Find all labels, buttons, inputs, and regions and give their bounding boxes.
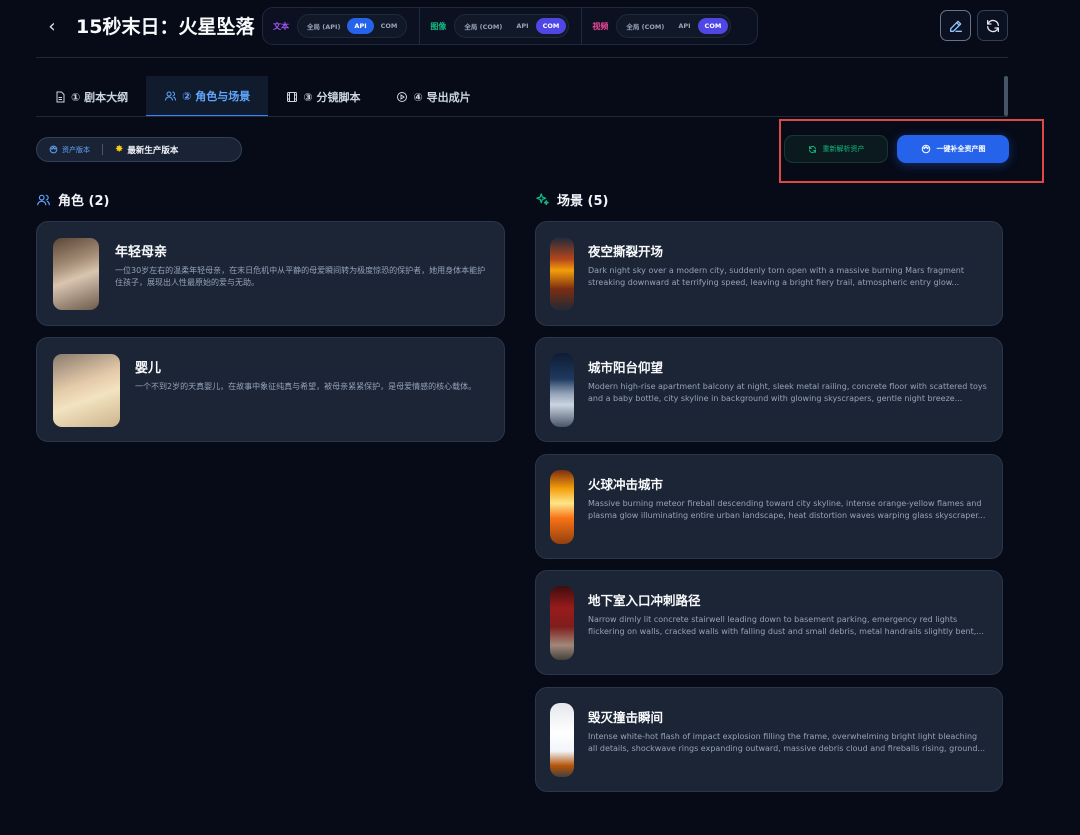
- tab-characters-scenes[interactable]: ② 角色与场景: [146, 76, 269, 117]
- scene-description: Massive burning meteor fireball descendi…: [588, 499, 986, 520]
- scene-thumbnail: [550, 470, 574, 544]
- scene-name: 毁灭撞击瞬间: [588, 710, 664, 725]
- version-separator: [102, 144, 103, 155]
- scene-name: 火球冲击城市: [588, 477, 664, 492]
- scene-name: 城市阳台仰望: [588, 360, 664, 375]
- scene-card[interactable]: 地下室入口冲刺路径 Narrow dimly lit concrete stai…: [535, 570, 1003, 675]
- refresh-icon: [986, 19, 999, 32]
- sun-icon: ✸: [115, 144, 124, 155]
- character-portrait-baby: [53, 354, 120, 427]
- character-portrait-mother: [53, 238, 99, 310]
- current-version: ✸ 最新生产版本: [115, 144, 178, 156]
- pencil-icon: [949, 20, 962, 32]
- header-divider: [36, 57, 1008, 58]
- palette-icon: [49, 145, 58, 154]
- scene-thumbnail: [550, 586, 574, 660]
- scene-card[interactable]: 城市阳台仰望 Modern high-rise apartment balcon…: [535, 337, 1003, 442]
- back-button[interactable]: ‹: [40, 13, 64, 39]
- text-mode-global[interactable]: 全局 (API): [300, 17, 347, 35]
- image-mode-com[interactable]: COM: [535, 18, 567, 34]
- version-selector[interactable]: 资产版本 ✸ 最新生产版本: [36, 137, 242, 162]
- users-icon: [37, 194, 50, 205]
- character-name: 婴儿: [135, 361, 162, 376]
- video-mode-com[interactable]: COM: [697, 18, 729, 34]
- character-name: 年轻母亲: [115, 245, 168, 260]
- video-mode-api[interactable]: API: [671, 18, 697, 34]
- scene-description: Dark night sky over a modern city, sudde…: [588, 266, 964, 287]
- scene-description: Modern high-rise apartment balcony at ni…: [588, 382, 987, 403]
- text-mode-group: 文本 全局 (API) API COM: [273, 8, 419, 44]
- tab-export[interactable]: ④ 导出成片: [378, 76, 488, 117]
- scenes-heading-label: 场景 (5): [557, 194, 609, 209]
- film-icon: [287, 91, 298, 102]
- edit-button[interactable]: [940, 10, 971, 41]
- tab-storyboard-label: ③ 分镜脚本: [303, 90, 361, 104]
- image-mode-options: 全局 (COM) API COM: [454, 14, 570, 38]
- character-description: 一个不到2岁的天真婴儿，在故事中象征纯真与希望，被母亲紧紧保护，是母爱情感的核心…: [135, 382, 477, 391]
- text-mode-com[interactable]: COM: [374, 18, 405, 34]
- users-icon: [165, 91, 177, 101]
- scene-description: Narrow dimly lit concrete stairwell lead…: [588, 615, 984, 636]
- current-version-label: 最新生产版本: [127, 145, 179, 156]
- scene-card[interactable]: 夜空撕裂开场 Dark night sky over a modern city…: [535, 221, 1003, 326]
- tab-storyboard[interactable]: ③ 分镜脚本: [268, 76, 378, 117]
- scene-name: 地下室入口冲刺路径: [588, 593, 701, 608]
- play-circle-icon: [397, 91, 408, 102]
- tab-divider: [36, 116, 1008, 117]
- scene-thumbnail: [550, 353, 574, 427]
- tab-characters-label: ② 角色与场景: [182, 89, 251, 103]
- asset-version: 资产版本: [49, 145, 90, 155]
- scene-description: Intense white-hot flash of impact explos…: [588, 732, 986, 753]
- asset-version-label: 资产版本: [62, 145, 90, 154]
- video-mode-global[interactable]: 全局 (COM): [619, 17, 671, 35]
- tab-outline[interactable]: ① 剧本大纲: [36, 76, 146, 117]
- model-mode-bar: 文本 全局 (API) API COM 图像 全局 (COM) API COM …: [262, 7, 758, 45]
- scenes-heading: 场景 (5): [535, 190, 608, 209]
- tab-export-label: ④ 导出成片: [413, 90, 471, 104]
- scene-card[interactable]: 毁灭撞击瞬间 Intense white-hot flash of impact…: [535, 687, 1003, 792]
- image-mode-group: 图像 全局 (COM) API COM: [419, 8, 581, 44]
- tab-outline-label: ① 剧本大纲: [71, 90, 129, 104]
- refresh-button[interactable]: [977, 10, 1008, 41]
- page-title: 15秒末日：火星坠落: [76, 16, 255, 38]
- video-mode-group: 视频 全局 (COM) API COM: [581, 8, 743, 44]
- character-card-baby[interactable]: 婴儿 一个不到2岁的天真婴儿，在故事中象征纯真与希望，被母亲紧紧保护，是母爱情感…: [36, 337, 505, 442]
- characters-heading-label: 角色 (2): [58, 194, 110, 209]
- scene-name: 夜空撕裂开场: [588, 244, 664, 259]
- video-mode-options: 全局 (COM) API COM: [616, 14, 732, 38]
- tab-bar: ① 剧本大纲 ② 角色与场景 ③ 分镜脚本 ④ 导出成片: [36, 76, 489, 117]
- sparkles-icon: [536, 193, 549, 206]
- scene-thumbnail: [550, 703, 574, 777]
- characters-heading: 角色 (2): [36, 190, 109, 209]
- scene-thumbnail: [550, 237, 574, 311]
- scene-card[interactable]: 火球冲击城市 Massive burning meteor fireball d…: [535, 454, 1003, 559]
- text-mode-label: 文本: [273, 21, 289, 31]
- image-mode-api[interactable]: API: [509, 18, 535, 34]
- image-mode-label: 图像: [430, 21, 447, 31]
- character-description: 一位30岁左右的温柔年轻母亲，在末日危机中从平静的母爱瞬间转为极度惊恐的保护者，…: [115, 266, 486, 287]
- highlight-box: [779, 119, 1044, 183]
- scrollbar-thumb[interactable]: [1004, 76, 1008, 116]
- video-mode-label: 视频: [592, 21, 609, 31]
- document-icon: [56, 91, 65, 102]
- text-mode-api[interactable]: API: [347, 18, 374, 34]
- image-mode-global[interactable]: 全局 (COM): [457, 17, 509, 35]
- character-card-mother[interactable]: 年轻母亲 一位30岁左右的温柔年轻母亲，在末日危机中从平静的母爱瞬间转为极度惊恐…: [36, 221, 505, 326]
- text-mode-options: 全局 (API) API COM: [297, 14, 408, 38]
